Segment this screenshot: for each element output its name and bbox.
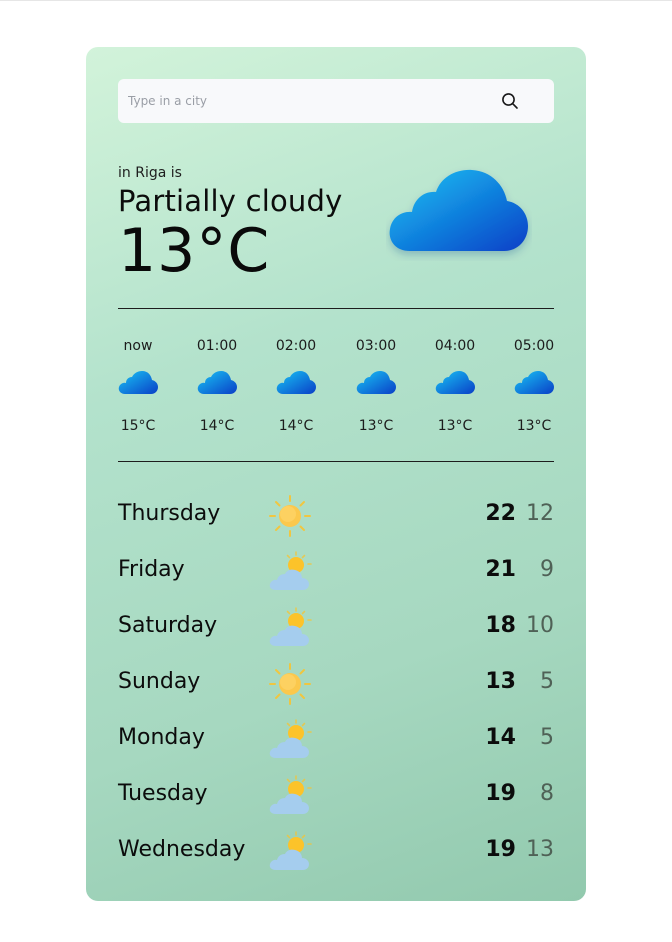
hour-temperature: 14°C <box>199 418 235 434</box>
cloud-icon <box>389 169 528 251</box>
day-row-sunday: Sunday 13 5 <box>118 656 554 712</box>
hour-time: 04:00 <box>434 338 476 354</box>
day-min-temp: 5 <box>540 725 554 750</box>
day-max-temp: 14 <box>485 725 516 750</box>
cloud-icon <box>435 371 475 394</box>
hour-temperature: 15°C <box>120 418 156 434</box>
cloud-icon <box>276 371 316 394</box>
day-name: Friday <box>118 557 185 582</box>
cloud-icon <box>197 371 237 394</box>
hour-time: 03:00 <box>355 338 397 354</box>
day-min-temp: 8 <box>540 781 554 806</box>
day-row-saturday: Saturday 18 10 <box>118 600 554 656</box>
partly-cloudy-icon <box>269 551 312 590</box>
hour-temperature: 13°C <box>516 418 552 434</box>
day-max-temp: 21 <box>485 557 516 582</box>
hourly-forecast: now 15°C 01:00 14°C 02:00 14°C 03:00 13°… <box>118 309 554 462</box>
day-min-temp: 5 <box>540 669 554 694</box>
day-name: Monday <box>118 725 205 750</box>
sun-icon <box>269 495 311 537</box>
day-max-temp: 18 <box>485 613 516 638</box>
day-min-temp: 10 <box>526 613 554 638</box>
sun-icon <box>269 663 311 705</box>
day-max-temp: 13 <box>485 669 516 694</box>
day-row-monday: Monday 14 5 <box>118 712 554 768</box>
current-temperature: 13°C <box>118 216 271 286</box>
weather-card: in Riga is Partially cloudy 13°C now <box>86 47 586 901</box>
hour-time: 01:00 <box>196 338 238 354</box>
search-bar <box>118 78 554 124</box>
partly-cloudy-icon <box>269 719 312 758</box>
day-row-thursday: Thursday 22 12 <box>118 488 554 544</box>
day-name: Thursday <box>118 501 221 526</box>
day-row-wednesday: Wednesday 19 13 <box>118 824 554 880</box>
partly-cloudy-icon <box>269 775 312 814</box>
day-row-friday: Friday 21 9 <box>118 544 554 600</box>
day-min-temp: 9 <box>540 557 554 582</box>
weather-description: Partially cloudy <box>118 184 343 218</box>
hour-time: now <box>123 338 153 354</box>
day-min-temp: 12 <box>526 501 554 526</box>
hour-time: 02:00 <box>275 338 317 354</box>
day-row-tuesday: Tuesday 19 8 <box>118 768 554 824</box>
city-search-input[interactable] <box>126 78 496 124</box>
top-border <box>0 0 672 1</box>
cloud-icon <box>118 371 158 394</box>
cloud-icon <box>514 371 554 394</box>
search-icon <box>502 93 518 109</box>
hour-temperature: 13°C <box>358 418 394 434</box>
day-max-temp: 19 <box>485 837 516 862</box>
day-min-temp: 13 <box>526 837 554 862</box>
day-name: Saturday <box>118 613 218 638</box>
search-button[interactable] <box>496 87 524 115</box>
cloud-icon <box>356 371 396 394</box>
city-label: in Riga is <box>118 165 182 181</box>
hour-temperature: 13°C <box>437 418 473 434</box>
day-name: Wednesday <box>118 837 246 862</box>
partly-cloudy-icon <box>269 607 312 646</box>
day-max-temp: 22 <box>485 501 516 526</box>
partly-cloudy-icon <box>269 831 312 870</box>
current-weather: in Riga is Partially cloudy 13°C <box>118 123 554 309</box>
day-name: Tuesday <box>118 781 208 806</box>
hour-temperature: 14°C <box>278 418 314 434</box>
hour-time: 05:00 <box>513 338 555 354</box>
day-max-temp: 19 <box>485 781 516 806</box>
day-name: Sunday <box>118 669 201 694</box>
